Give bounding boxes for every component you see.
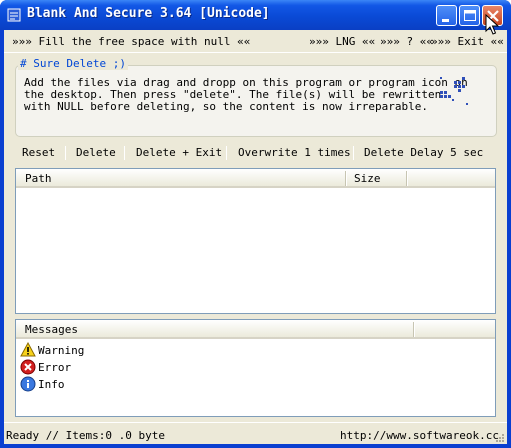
website-link[interactable]: http://www.softwareok.cc bbox=[340, 429, 499, 442]
message-info-label: Info bbox=[38, 378, 65, 391]
app-window: Blank And Secure 3.64 [Unicode] »»» Fill… bbox=[0, 0, 511, 448]
column-divider[interactable] bbox=[406, 171, 408, 186]
message-error-label: Error bbox=[38, 361, 72, 374]
menu-fill-free-space[interactable]: »»» Fill the free space with null «« bbox=[12, 35, 250, 48]
column-divider[interactable] bbox=[345, 171, 347, 186]
mouse-cursor-icon bbox=[485, 14, 499, 35]
messages-list[interactable]: Messages Warning Error Info bbox=[15, 319, 496, 417]
column-path[interactable]: Path bbox=[25, 172, 52, 185]
grid-logo-icon bbox=[440, 77, 468, 105]
error-icon bbox=[20, 359, 36, 375]
delete-delay-button[interactable]: Delete Delay 5 sec bbox=[364, 146, 483, 159]
status-text: Ready // Items:0 .0 byte bbox=[6, 429, 165, 442]
info-line-3: with NULL before deleting, so the conten… bbox=[24, 100, 428, 113]
toolbar-separator bbox=[65, 146, 66, 160]
file-list-header: Path Size bbox=[16, 169, 495, 188]
menu-bar: »»» Fill the free space with null «« »»»… bbox=[4, 30, 507, 53]
column-divider[interactable] bbox=[413, 322, 415, 337]
column-size[interactable]: Size bbox=[354, 172, 381, 185]
info-icon bbox=[20, 376, 36, 392]
message-warning-label: Warning bbox=[38, 344, 85, 357]
action-toolbar: Reset Delete Delete + Exit Overwrite 1 t… bbox=[4, 142, 507, 164]
client-area: »»» Fill the free space with null «« »»»… bbox=[4, 30, 507, 444]
delete-exit-button[interactable]: Delete + Exit bbox=[136, 146, 222, 159]
column-messages[interactable]: Messages bbox=[25, 323, 78, 336]
messages-header: Messages bbox=[16, 320, 495, 339]
menu-language[interactable]: »»» LNG «« bbox=[309, 35, 375, 48]
info-group-title: # Sure Delete ;) bbox=[18, 57, 128, 70]
menu-exit[interactable]: »»» Exit «« bbox=[431, 35, 504, 48]
menu-help[interactable]: »»» ? «« bbox=[380, 35, 433, 48]
maximize-button[interactable] bbox=[459, 5, 480, 26]
title-bar[interactable]: Blank And Secure 3.64 [Unicode] bbox=[0, 0, 511, 30]
warning-icon bbox=[20, 342, 36, 357]
toolbar-separator bbox=[353, 146, 354, 160]
file-list[interactable]: Path Size bbox=[15, 168, 496, 314]
toolbar-separator bbox=[226, 146, 227, 160]
reset-button[interactable]: Reset bbox=[22, 146, 55, 159]
maximize-icon bbox=[464, 10, 476, 21]
window-title: Blank And Secure 3.64 [Unicode] bbox=[27, 6, 270, 21]
minimize-button[interactable] bbox=[436, 5, 457, 26]
resize-grip-icon[interactable] bbox=[493, 431, 505, 443]
minimize-icon bbox=[442, 19, 449, 22]
toolbar-separator bbox=[124, 146, 125, 160]
status-bar: Ready // Items:0 .0 byte http://www.soft… bbox=[4, 422, 507, 444]
app-icon bbox=[7, 8, 21, 22]
info-description: Add the files via drag and dropp on this… bbox=[24, 77, 468, 113]
delete-button[interactable]: Delete bbox=[76, 146, 116, 159]
overwrite-times-button[interactable]: Overwrite 1 times bbox=[238, 146, 351, 159]
